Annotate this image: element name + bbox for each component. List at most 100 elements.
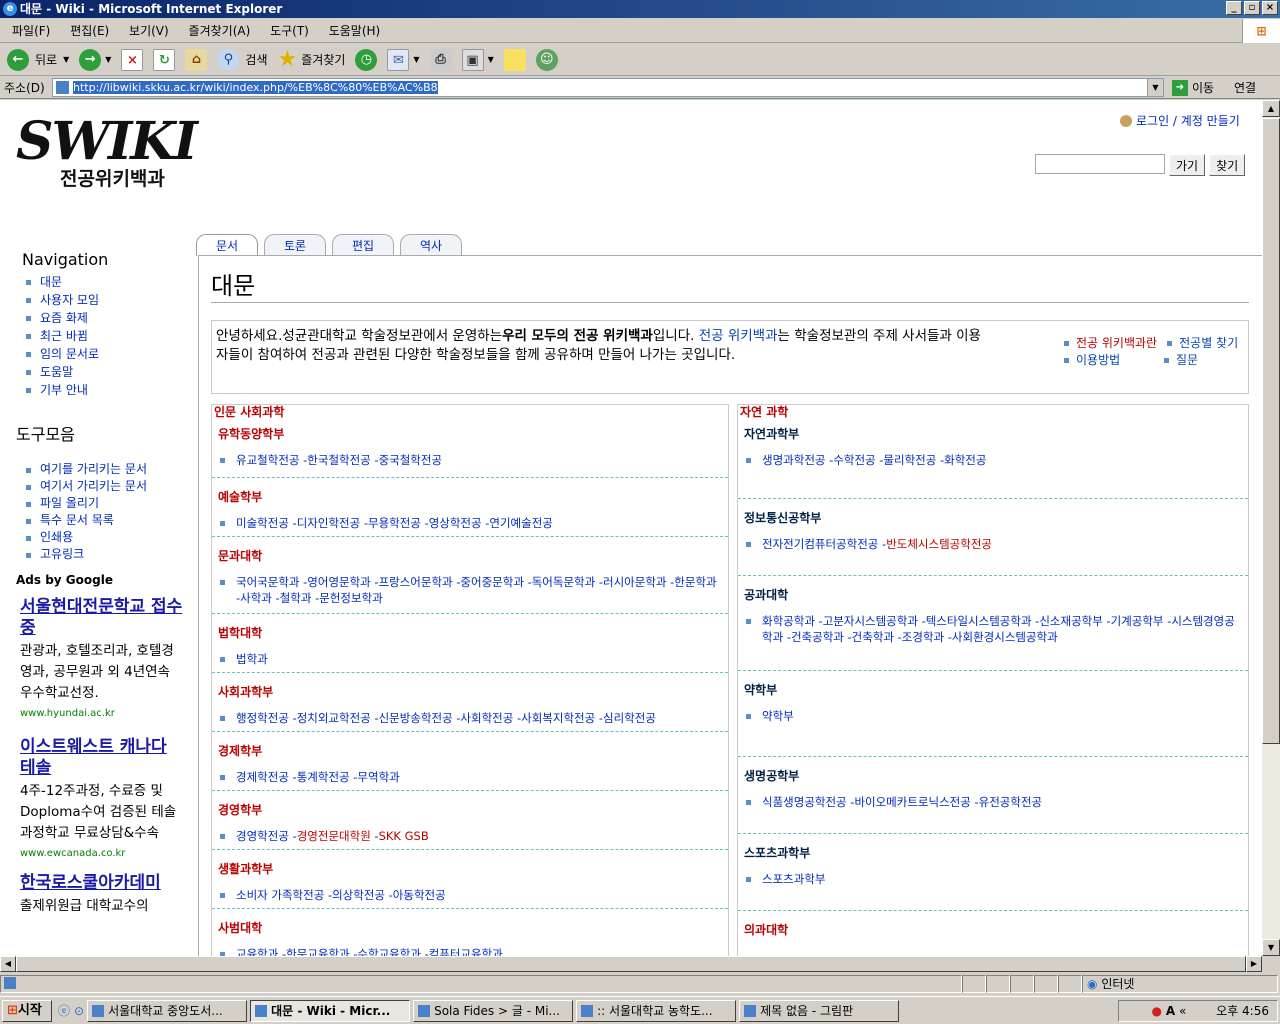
dept-title[interactable]: 문과대학	[212, 537, 728, 568]
dept-title[interactable]: 경영학부	[212, 791, 728, 822]
nav-item[interactable]: 최근 바뀜	[24, 327, 186, 345]
tools-item[interactable]: 특수 문서 목록	[24, 512, 186, 529]
favorites-button[interactable]: ★ 즐겨찾기	[275, 46, 349, 74]
stop-button[interactable]: ×	[118, 46, 146, 74]
ad-title[interactable]: 한국로스쿨아카데미	[20, 873, 186, 894]
ime-mode-icon[interactable]: A	[1166, 1004, 1175, 1018]
tools-item[interactable]: 여기를 가리키는 문서	[24, 461, 186, 478]
home-button[interactable]: ⌂	[182, 46, 210, 74]
menu-tools[interactable]: 도구(T)	[262, 19, 317, 43]
scroll-down-icon[interactable]: ▼	[1262, 939, 1280, 956]
tab-discussion[interactable]: 토론	[264, 234, 326, 256]
dept-items[interactable]: 국어국문학과 -영어영문학과 -프랑스어문학과 -중어중문학과 -독어독문학과 …	[212, 568, 728, 614]
nav-item[interactable]: 요즘 화제	[24, 309, 186, 327]
search-input[interactable]	[1035, 154, 1165, 174]
dept-items[interactable]: 유교철학전공 -한국철학전공 -중국철학전공	[212, 446, 728, 476]
menu-view[interactable]: 보기(V)	[121, 19, 177, 43]
horizontal-scrollbar[interactable]: ◀ ▶	[0, 956, 1262, 972]
dept-items[interactable]: 소비자 가족학전공 -의상학전공 -아동학전공	[212, 881, 728, 911]
dept-title[interactable]: 사회과학부	[212, 673, 728, 704]
ad-title[interactable]: 이스트웨스트 캐나다 테솔	[20, 737, 186, 779]
messenger-button[interactable]: ☺	[533, 46, 561, 74]
dept-items[interactable]: 화학공학과 -고분자시스템공학과 -텍스타일시스템공학과 -신소재공학부 -기계…	[738, 607, 1248, 653]
tab-article[interactable]: 문서	[196, 234, 258, 256]
intro-link-howto[interactable]: 이용방법	[1062, 352, 1154, 369]
print-button[interactable]: ⎙	[427, 46, 455, 74]
taskbar-item[interactable]: :: 서울대학교 농학도...	[576, 999, 737, 1022]
dept-title[interactable]: 자연과학부	[738, 419, 1248, 446]
taskbar-item[interactable]: Sola Fides > 글 - Mi...	[413, 999, 574, 1022]
menu-help[interactable]: 도움말(H)	[321, 19, 389, 43]
dept-items[interactable]: 미술학전공 -디자인학전공 -무용학전공 -영상학전공 -연기예술전공	[212, 509, 728, 539]
intro-link-about[interactable]: 전공 위키백과란	[1062, 335, 1157, 352]
close-button[interactable]: ×	[1262, 1, 1278, 15]
tools-item[interactable]: 인쇄용	[24, 529, 186, 546]
intro-link-major[interactable]: 전공별 찾기	[1165, 335, 1238, 352]
search-go-button[interactable]: 가기	[1169, 154, 1206, 176]
nav-item[interactable]: 도움말	[24, 363, 186, 381]
menu-favorites[interactable]: 즐겨찾기(A)	[181, 19, 259, 43]
discuss-button[interactable]	[501, 46, 529, 74]
start-button[interactable]: ⊞시작	[2, 999, 52, 1022]
hscroll-thumb[interactable]	[16, 956, 1246, 972]
dept-items[interactable]: 약학부	[738, 702, 1248, 732]
taskbar-item[interactable]: 서울대학교 중앙도서...	[87, 999, 248, 1022]
tab-history[interactable]: 역사	[400, 234, 462, 256]
dept-items[interactable]: 법학과	[212, 645, 728, 675]
scroll-thumb[interactable]	[1262, 118, 1280, 744]
dept-title[interactable]: 법학대학	[212, 614, 728, 645]
nav-item[interactable]: 임의 문서로	[24, 345, 186, 363]
ie-quicklaunch-icon[interactable]: ⓔ	[58, 1002, 70, 1019]
tools-item[interactable]: 여기서 가리키는 문서	[24, 478, 186, 495]
dept-title[interactable]: 예술학부	[212, 478, 728, 509]
dept-title[interactable]: 유학동양학부	[212, 419, 728, 446]
dept-title[interactable]: 약학부	[738, 671, 1248, 702]
media-quicklaunch-icon[interactable]: ⊙	[74, 1004, 84, 1018]
search-find-button[interactable]: 찾기	[1209, 154, 1246, 176]
dept-items[interactable]: 전자전기컴퓨터공학전공 -반도체시스템공학전공	[738, 530, 1248, 560]
dept-items[interactable]: 교육학과 -한문교육학과 -수학교육학과 -컴퓨터교육학과	[212, 940, 728, 956]
intro-link[interactable]: 전공 위키백과	[699, 328, 778, 344]
dept-title[interactable]: 사범대학	[212, 909, 728, 940]
scroll-left-icon[interactable]: ◀	[0, 956, 16, 972]
links-label[interactable]: 연결	[1234, 79, 1256, 96]
dept-items[interactable]: 행정학전공 -정치외교학전공 -신문방송학전공 -사회학전공 -사회복지학전공 …	[212, 704, 728, 734]
intro-link-question[interactable]: 질문	[1162, 352, 1198, 369]
history-button[interactable]: ◷	[352, 46, 380, 74]
taskbar-item[interactable]: 제목 없음 - 그림판	[739, 999, 900, 1022]
tray-expand-icon[interactable]: «	[1179, 1004, 1186, 1018]
scroll-up-icon[interactable]: ▲	[1262, 100, 1280, 117]
taskbar-item-active[interactable]: 대문 - Wiki - Micr...	[250, 999, 411, 1022]
scroll-right-icon[interactable]: ▶	[1246, 956, 1262, 972]
address-input[interactable]: http://libwiki.skku.ac.kr/wiki/index.php…	[52, 78, 1164, 97]
mail-button[interactable]: ✉ ▼	[384, 46, 422, 74]
dept-title[interactable]: 경제학부	[212, 732, 728, 763]
dept-title[interactable]: 스포츠과학부	[738, 834, 1248, 865]
ad-title[interactable]: 서울현대전문학교 접수중	[20, 597, 186, 639]
ime-icon[interactable]: ●	[1152, 1004, 1162, 1018]
minimize-button[interactable]: _	[1226, 1, 1242, 15]
tab-edit[interactable]: 편집	[332, 234, 394, 256]
dept-items[interactable]: 생명과학전공 -수학전공 -물리학전공 -화학전공	[738, 446, 1248, 476]
refresh-button[interactable]: ↻	[150, 46, 178, 74]
dept-title[interactable]: 의과대학	[738, 911, 1248, 942]
ad-url[interactable]: www.hyundai.ac.kr	[20, 708, 186, 719]
search-button[interactable]: ⚲ 검색	[214, 46, 270, 74]
dept-items[interactable]: 스포츠과학부	[738, 865, 1248, 895]
dept-title[interactable]: 정보통신공학부	[738, 499, 1248, 530]
dept-items[interactable]: 경제학전공 -통계학전공 -무역학과	[212, 763, 728, 793]
dept-title[interactable]: 생활과학부	[212, 850, 728, 881]
nav-item[interactable]: 사용자 모임	[24, 291, 186, 309]
dept-items[interactable]: 경영학전공 -경영전문대학원 -SKK GSB	[212, 822, 728, 852]
vertical-scrollbar[interactable]: ▲ ▼	[1262, 100, 1280, 956]
ad-url[interactable]: www.ewcanada.co.kr	[20, 848, 186, 859]
dept-items[interactable]: 식품생명공학전공 -바이오메카트로닉스전공 -유전공학전공	[738, 788, 1248, 818]
edit-button[interactable]: ▣ ▼	[459, 46, 497, 74]
menu-edit[interactable]: 편집(E)	[62, 19, 117, 43]
maximize-button[interactable]: ▫	[1244, 1, 1260, 15]
forward-button[interactable]: → ▼	[76, 46, 114, 74]
dept-title[interactable]: 생명공학부	[738, 757, 1248, 788]
tools-item[interactable]: 고유링크	[24, 546, 186, 563]
dept-title[interactable]: 공과대학	[738, 576, 1248, 607]
nav-item[interactable]: 대문	[24, 273, 186, 291]
